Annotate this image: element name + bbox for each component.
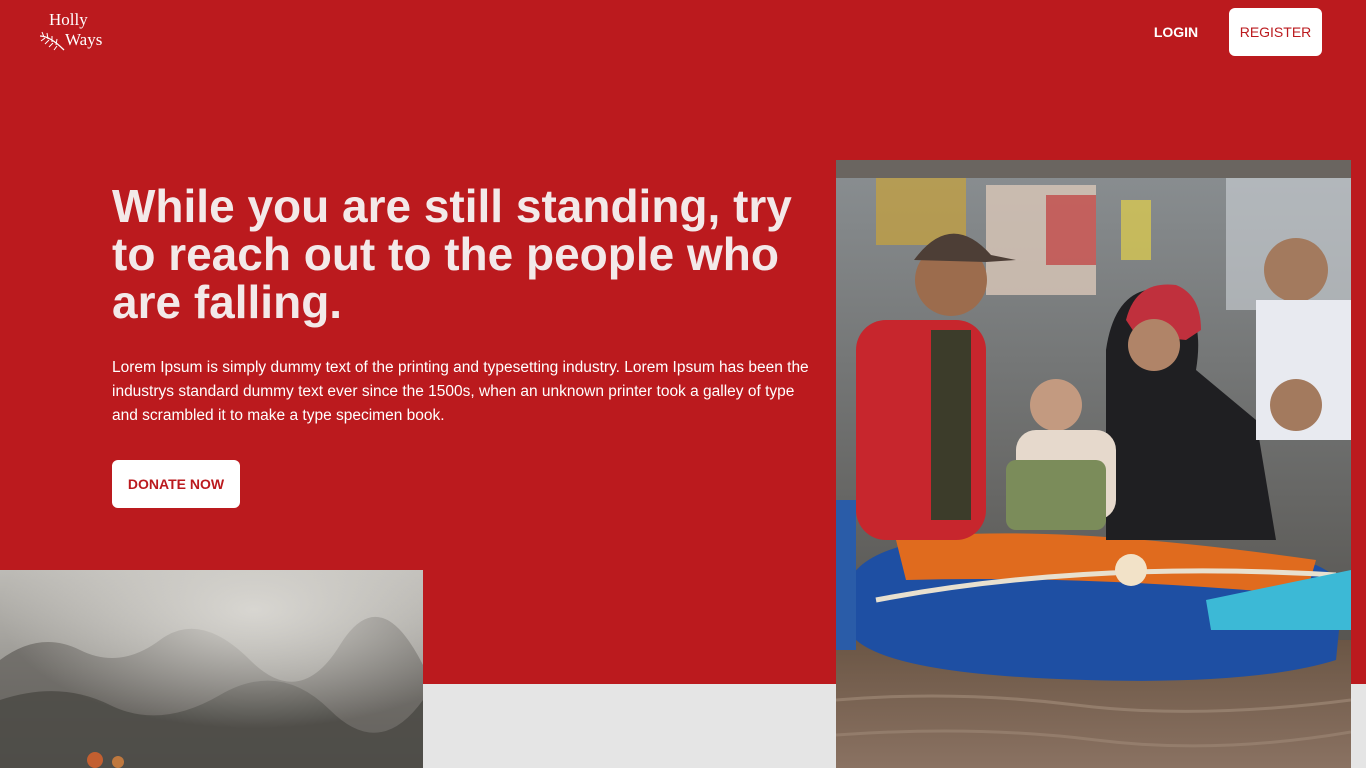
donate-now-button[interactable]: DONATE NOW (112, 460, 240, 508)
logo-text-ways: Ways (65, 30, 103, 49)
register-button[interactable]: REGISTER (1229, 8, 1322, 56)
login-button[interactable]: LOGIN (1138, 8, 1214, 56)
hero-paragraph: Lorem Ipsum is simply dummy text of the … (112, 359, 809, 424)
forest-fire-smoke-photo (0, 570, 423, 768)
flood-rescue-photo (836, 160, 1351, 768)
logo-text-holly: Holly (49, 10, 88, 29)
holly-ways-logo[interactable]: Holly Ways (38, 8, 118, 58)
hero-headline: While you are still standing, try to rea… (112, 180, 792, 328)
